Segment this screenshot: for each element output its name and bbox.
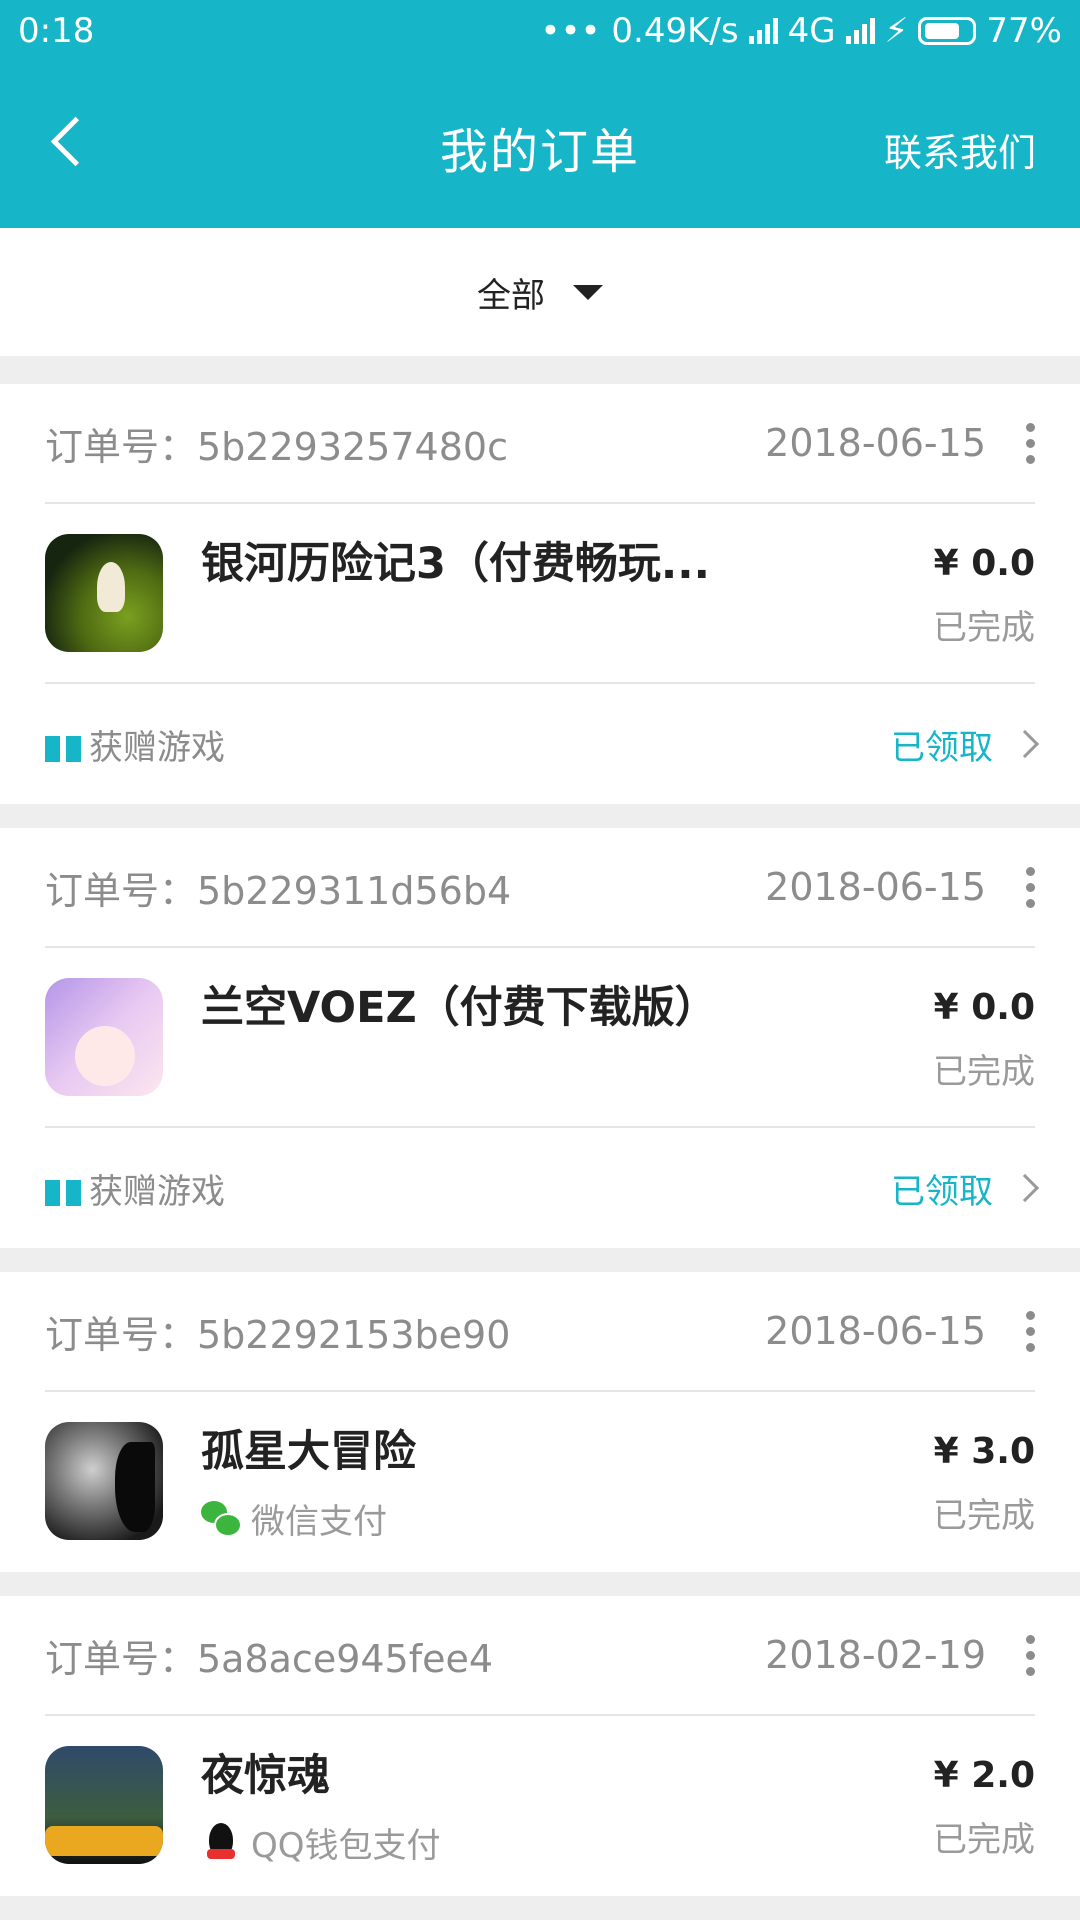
order-status: 已完成 bbox=[933, 1052, 1035, 1092]
order-header: 订单号：5a8ace945fee4 2018-02-19 bbox=[45, 1596, 1035, 1716]
order-number: 订单号：5b2293257480c bbox=[45, 424, 508, 469]
order-card[interactable]: 订单号：5a8ace945fee4 2018-02-19 夜惊魂 QQ钱包支付 … bbox=[0, 1596, 1080, 1896]
game-title: 银河历险记3（付费畅玩... bbox=[201, 539, 710, 589]
charging-icon: ⚡ bbox=[884, 11, 909, 51]
battery-icon bbox=[918, 17, 977, 45]
header: 0:18 ••• 0.49K/s 4G ⚡ 77% 我的订单 联系我们 bbox=[0, 0, 1080, 228]
game-title: 孤星大冒险 bbox=[201, 1427, 416, 1477]
order-card[interactable]: 订单号：5b2293257480c 2018-06-15 银河历险记3（付费畅玩… bbox=[0, 384, 1080, 804]
game-title: 兰空VOEZ（付费下载版） bbox=[201, 983, 718, 1033]
order-item[interactable]: 孤星大冒险 微信支付 ¥ 3.0 已完成 bbox=[45, 1392, 1035, 1572]
order-price: ¥ 3.0 bbox=[933, 1431, 1035, 1472]
order-number: 订单号：5b2292153be90 bbox=[45, 1312, 511, 1357]
signal-icon bbox=[748, 18, 778, 44]
payment-label: QQ钱包支付 bbox=[251, 1826, 441, 1866]
gift-label: 获赠游戏 bbox=[89, 727, 225, 768]
payment-method: QQ钱包支付 bbox=[201, 1818, 1035, 1867]
gift-icon bbox=[45, 1170, 81, 1206]
order-date: 2018-06-15 bbox=[765, 865, 986, 909]
chevron-right-icon bbox=[1010, 1173, 1040, 1203]
order-list: 订单号：5b2293257480c 2018-06-15 银河历险记3（付费畅玩… bbox=[0, 384, 1080, 1920]
game-icon bbox=[45, 1422, 163, 1540]
game-icon bbox=[45, 978, 163, 1096]
more-icon[interactable] bbox=[1026, 422, 1035, 464]
more-icon[interactable] bbox=[1026, 1310, 1035, 1352]
qq-wallet-icon bbox=[201, 1822, 241, 1863]
filter-label: 全部 bbox=[477, 275, 545, 316]
order-status: 已完成 bbox=[933, 1496, 1035, 1536]
filter-dropdown[interactable]: 全部 bbox=[0, 228, 1080, 356]
game-title: 夜惊魂 bbox=[201, 1751, 330, 1801]
order-item[interactable]: 银河历险记3（付费畅玩... ¥ 0.0 已完成 bbox=[45, 504, 1035, 684]
order-date: 2018-06-15 bbox=[765, 421, 986, 465]
order-header: 订单号：5b2292153be90 2018-06-15 bbox=[45, 1272, 1035, 1392]
gift-status: 已领取 bbox=[891, 1171, 993, 1212]
order-status: 已完成 bbox=[933, 608, 1035, 648]
order-price: ¥ 0.0 bbox=[933, 987, 1035, 1028]
gift-row[interactable]: 获赠游戏 已领取 bbox=[45, 684, 1040, 804]
game-icon bbox=[45, 1746, 163, 1864]
order-status: 已完成 bbox=[933, 1820, 1035, 1860]
more-icon[interactable] bbox=[1026, 1634, 1035, 1676]
network-type: 4G bbox=[787, 11, 836, 51]
chevron-right-icon bbox=[1010, 729, 1040, 759]
order-header: 订单号：5b2293257480c 2018-06-15 bbox=[45, 384, 1035, 504]
gift-row[interactable]: 获赠游戏 已领取 bbox=[45, 1128, 1040, 1248]
order-number: 订单号：5a8ace945fee4 bbox=[45, 1636, 494, 1681]
order-number: 订单号：5b229311d56b4 bbox=[45, 868, 512, 913]
order-date: 2018-02-19 bbox=[765, 1633, 986, 1677]
status-indicators: ••• 0.49K/s 4G ⚡ 77% bbox=[540, 11, 1062, 51]
order-date: 2018-06-15 bbox=[765, 1309, 986, 1353]
gift-label: 获赠游戏 bbox=[89, 1171, 225, 1212]
payment-method: 微信支付 bbox=[201, 1494, 1035, 1543]
status-time: 0:18 bbox=[18, 11, 95, 51]
payment-label: 微信支付 bbox=[251, 1502, 387, 1542]
more-icon[interactable] bbox=[1026, 866, 1035, 908]
order-item[interactable]: 夜惊魂 QQ钱包支付 ¥ 2.0 已完成 bbox=[45, 1716, 1035, 1896]
gift-status: 已领取 bbox=[891, 727, 993, 768]
order-card[interactable]: 订单号：5b229311d56b4 2018-06-15 兰空VOEZ（付费下载… bbox=[0, 828, 1080, 1248]
battery-level: 77% bbox=[986, 11, 1062, 51]
network-speed: ••• 0.49K/s bbox=[540, 11, 739, 51]
navbar: 我的订单 联系我们 bbox=[0, 62, 1080, 228]
contact-us-button[interactable]: 联系我们 bbox=[884, 122, 1036, 177]
wechat-pay-icon bbox=[201, 1499, 242, 1539]
gift-icon bbox=[45, 726, 81, 762]
order-item[interactable]: 兰空VOEZ（付费下载版） ¥ 0.0 已完成 bbox=[45, 948, 1035, 1128]
signal-icon-2 bbox=[845, 18, 875, 44]
order-card[interactable]: 订单号：5b2292153be90 2018-06-15 孤星大冒险 微信支付 … bbox=[0, 1272, 1080, 1572]
caret-down-icon bbox=[573, 284, 603, 300]
game-icon bbox=[45, 534, 163, 652]
order-price: ¥ 2.0 bbox=[933, 1755, 1035, 1796]
order-price: ¥ 0.0 bbox=[933, 543, 1035, 584]
status-bar: 0:18 ••• 0.49K/s 4G ⚡ 77% bbox=[0, 0, 1080, 62]
order-header: 订单号：5b229311d56b4 2018-06-15 bbox=[45, 828, 1035, 948]
